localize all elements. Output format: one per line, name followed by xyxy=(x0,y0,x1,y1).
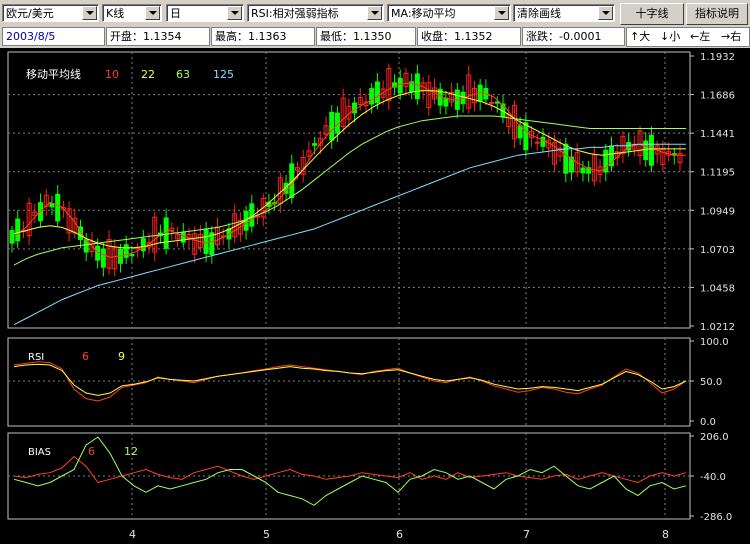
chevron-down-icon[interactable] xyxy=(367,6,382,20)
chart-area[interactable]: 移动平均线 10 22 63 125 RSI 6 9 BIAS 6 12 1.1932 1.168… xyxy=(0,48,750,544)
bias-title: BIAS xyxy=(28,447,51,458)
candle-body xyxy=(523,122,529,151)
candle-body xyxy=(580,167,586,174)
candle-body xyxy=(129,254,135,257)
bias-line-12 xyxy=(13,436,687,506)
zoom-in-button[interactable]: ↑大 xyxy=(630,28,650,46)
toolbar: 欧元/美元 K线 日 RSI:相对强弱指标 MA:移动平均 清除画线 十字线 指… xyxy=(0,0,750,26)
candle-body xyxy=(135,247,141,250)
price-chart: 移动平均线 10 22 63 125 xyxy=(9,63,686,326)
x-tick-label: 7 xyxy=(523,528,530,541)
chevron-down-icon[interactable] xyxy=(227,6,242,20)
y-tick-label: 1.1686 xyxy=(700,91,735,102)
candle-body xyxy=(540,136,546,147)
ma-legend-125: 125 xyxy=(213,68,234,81)
candle-body xyxy=(494,101,500,104)
period-select[interactable]: 日 xyxy=(166,4,244,22)
x-tick-label: 5 xyxy=(263,528,270,541)
x-tick-label: 8 xyxy=(662,528,669,541)
chevron-down-icon[interactable] xyxy=(494,6,509,20)
panel-frame xyxy=(7,51,691,329)
chart-svg[interactable]: 移动平均线 10 22 63 125 RSI 6 9 BIAS 6 12 1.1932 1.168… xyxy=(0,48,750,544)
rsi-title: RSI xyxy=(28,352,44,363)
rsi-legend-9: 9 xyxy=(118,350,125,363)
rsi-chart: RSI 6 9 xyxy=(13,350,687,402)
candle-body xyxy=(55,193,61,222)
candle-body xyxy=(369,88,375,105)
y-tick-label: 100.0 xyxy=(700,337,729,348)
y-tick-label: 206.0 xyxy=(700,432,729,443)
candle-body xyxy=(100,248,106,268)
chart-type-value: K线 xyxy=(106,7,125,20)
candle-body xyxy=(397,77,403,94)
candle-body xyxy=(626,142,632,151)
candle-body xyxy=(374,81,380,104)
quote-date: 2003/8/5 xyxy=(2,27,105,46)
candle-body xyxy=(489,101,495,104)
quote-change: 涨跌：-0.0001 xyxy=(522,27,625,46)
y-tick-label: 1.1441 xyxy=(700,129,735,140)
candle-body xyxy=(648,134,654,166)
symbol-select[interactable]: 欧元/美元 xyxy=(2,4,99,22)
quote-low: 最低：1.1350 xyxy=(316,27,416,46)
draw-tool-value: 清除画线 xyxy=(517,7,561,20)
quote-high: 最高：1.1363 xyxy=(211,27,315,46)
ma-legend-title: 移动平均线 xyxy=(26,67,81,81)
bias-legend-6: 6 xyxy=(88,445,95,458)
y-tick-label: -40.0 xyxy=(700,472,726,483)
x-tick-label: 4 xyxy=(129,528,136,541)
draw-tool-select[interactable]: 清除画线 xyxy=(513,4,615,22)
indicator-value: RSI:相对强弱指标 xyxy=(251,7,339,20)
quote-open: 开盘：1.1354 xyxy=(106,27,210,46)
ma-legend-22: 22 xyxy=(141,68,155,81)
chevron-down-icon[interactable] xyxy=(598,6,613,20)
pan-left-button[interactable]: ←左 xyxy=(690,28,710,46)
chart-type-select[interactable]: K线 xyxy=(102,4,162,22)
chevron-down-icon[interactable] xyxy=(145,6,160,20)
y-tick-label: 1.1932 xyxy=(700,52,735,63)
indicator-help-button[interactable]: 指标说明 xyxy=(686,3,748,25)
zoom-out-button[interactable]: ↓小 xyxy=(660,28,680,46)
candle-body xyxy=(414,73,420,100)
y-tick-label: 1.0949 xyxy=(700,206,735,217)
quote-close: 收盘：1.1352 xyxy=(417,27,521,46)
zoom-pan-controls: ↑大 ↓小 ←左 →右 xyxy=(626,27,750,47)
y-tick-label: 50.0 xyxy=(700,377,722,388)
candle-body xyxy=(329,111,335,141)
y-tick-label: 1.0703 xyxy=(700,245,735,256)
axis-layer: 1.1932 1.1686 1.1441 1.1195 1.0949 1.0703 1.04… xyxy=(129,52,735,541)
indicator-select[interactable]: RSI:相对强弱指标 xyxy=(247,4,384,22)
y-tick-label: 1.1195 xyxy=(700,168,735,179)
y-tick-label: -286.0 xyxy=(700,512,732,523)
candle-body xyxy=(180,231,186,243)
bias-line-6 xyxy=(13,455,687,484)
candle-body xyxy=(534,141,540,144)
candle-body xyxy=(15,218,21,242)
rsi-legend-6: 6 xyxy=(82,350,89,363)
candle-body xyxy=(312,143,318,146)
y-tick-label: 1.0212 xyxy=(700,322,735,333)
chevron-down-icon[interactable] xyxy=(82,6,97,20)
overlay-value: MA:移动平均 xyxy=(391,7,456,20)
candle-body xyxy=(9,230,15,244)
pan-right-button[interactable]: →右 xyxy=(721,28,741,46)
bias-chart: BIAS 6 12 xyxy=(13,436,687,506)
ma-legend-10: 10 xyxy=(105,68,119,81)
y-tick-label: 1.0458 xyxy=(700,283,735,294)
x-tick-label: 6 xyxy=(396,528,403,541)
candle-body xyxy=(203,228,209,254)
y-tick-label: 0.0 xyxy=(700,417,716,428)
overlay-select[interactable]: MA:移动平均 xyxy=(387,4,511,22)
period-value: 日 xyxy=(170,7,181,20)
bias-legend-12: 12 xyxy=(124,445,138,458)
ma-legend-63: 63 xyxy=(176,68,190,81)
panel-frame xyxy=(7,337,691,427)
symbol-select-value: 欧元/美元 xyxy=(6,7,54,20)
crosshair-button[interactable]: 十字线 xyxy=(620,3,684,25)
